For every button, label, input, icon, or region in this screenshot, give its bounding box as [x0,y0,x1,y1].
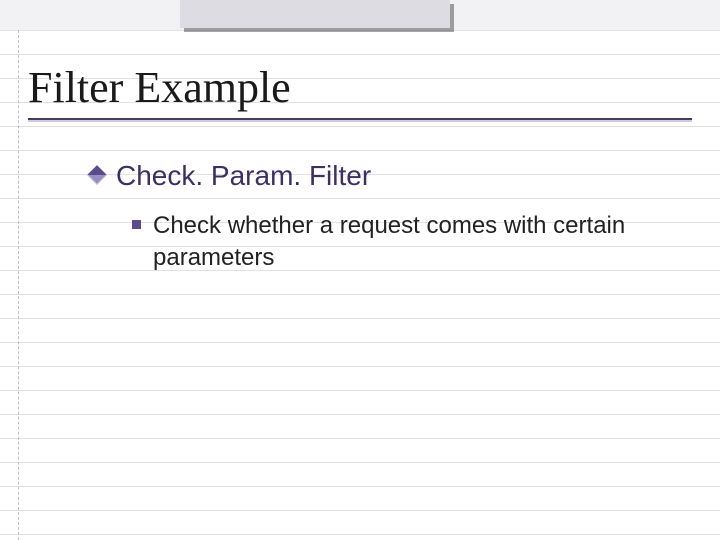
notebook-margin-line [18,30,19,540]
diamond-bullet-icon [87,165,107,185]
square-bullet-icon [132,220,141,229]
title-underline [28,118,692,120]
slide-title: Filter Example [28,62,692,119]
bullet-level-1: Check. Param. Filter [90,160,660,192]
bullet-level-2: Check whether a request comes with certa… [132,210,640,275]
bullet-1-text: Check. Param. Filter [116,160,371,192]
decorative-tab [180,0,450,28]
bullet-2-text: Check whether a request comes with certa… [153,210,640,275]
